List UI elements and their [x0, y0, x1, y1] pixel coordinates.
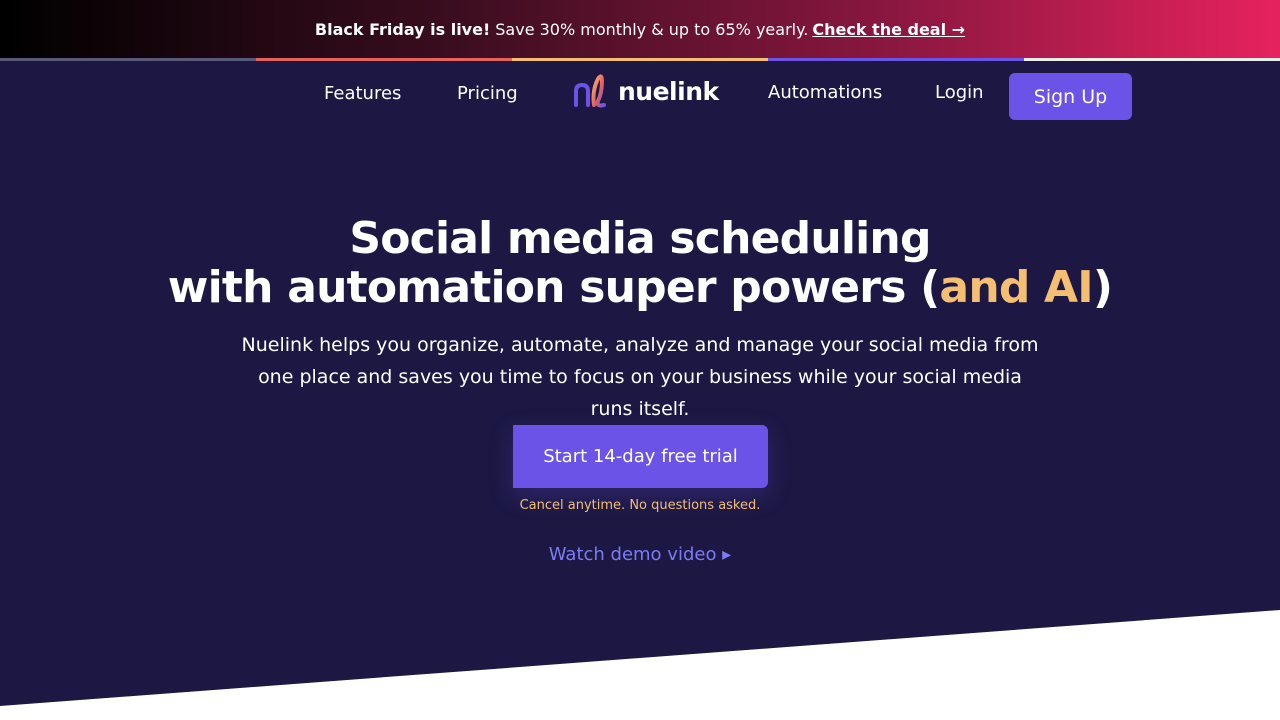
promo-message: Save 30% monthly & up to 65% yearly.: [495, 19, 809, 39]
hero-title: Social media scheduling with automation …: [0, 214, 1280, 312]
promo-deal-link[interactable]: Check the deal →: [812, 20, 965, 39]
nav-login[interactable]: Login: [935, 82, 984, 103]
hero-title-line1: Social media scheduling: [349, 213, 931, 264]
main-nav: Features Pricing nuelink Automations Log…: [0, 61, 1280, 131]
logo-wordmark: nuelink: [618, 76, 719, 106]
hero-title-close: ): [1092, 262, 1113, 313]
nav-pricing[interactable]: Pricing: [457, 83, 518, 104]
signup-button[interactable]: Sign Up: [1009, 73, 1132, 120]
nav-automations[interactable]: Automations: [768, 82, 882, 103]
hero-title-line2: with automation super powers (: [167, 262, 940, 313]
cancel-note: Cancel anytime. No questions asked.: [519, 498, 761, 513]
promo-banner: Black Friday is live! Save 30% monthly &…: [0, 0, 1280, 58]
hero-subtitle: Nuelink helps you organize, automate, an…: [241, 334, 1039, 420]
hero-title-accent: and AI: [939, 262, 1093, 313]
nav-features[interactable]: Features: [324, 83, 401, 104]
promo-headline: Black Friday is live!: [314, 19, 491, 39]
slanted-section-divider: [0, 610, 1280, 720]
nuelink-logo[interactable]: nuelink: [574, 73, 719, 109]
watch-demo-link[interactable]: Watch demo video ▸: [0, 544, 1280, 565]
nuelink-logo-icon: [574, 74, 606, 108]
start-trial-button[interactable]: Start 14-day free trial: [513, 425, 768, 488]
